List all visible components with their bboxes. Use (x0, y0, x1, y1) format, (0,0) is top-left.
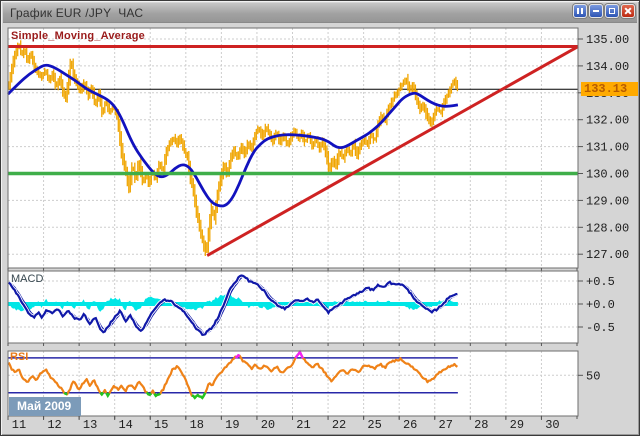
rsi-oversold-segment (106, 393, 109, 396)
chart-canvas: 135.00134.00133.00132.00131.00130.00129.… (1, 1, 640, 436)
current-price-badge: 133.13 (581, 82, 638, 96)
sma-indicator-label: Simple_Moving_Average (11, 30, 145, 42)
macd-panel (8, 271, 578, 346)
date-axis-label: 21 (296, 418, 310, 432)
price-axis-label: 134.00 (586, 60, 629, 74)
date-axis-label: 14 (118, 418, 132, 432)
price-axis-label: 135.00 (586, 33, 629, 47)
date-axis-label: 19 (225, 418, 239, 432)
rsi-indicator-label: RSI (10, 351, 28, 363)
price-axis-label: 131.00 (586, 141, 629, 155)
price-axis-label: 132.00 (586, 114, 629, 128)
chart-window: График EUR /JPY ЧАС 135.00134.00133.0013… (0, 0, 640, 436)
date-axis-label: 20 (261, 418, 275, 432)
period-badge: Май 2009 (9, 397, 81, 416)
date-axis-label: 30 (545, 418, 559, 432)
date-axis-label: 22 (332, 418, 346, 432)
date-axis-label: 27 (439, 418, 453, 432)
rsi-panel (8, 351, 578, 419)
macd-indicator-label: MACD (11, 273, 43, 285)
rsi-overbought-segment (235, 355, 240, 357)
rsi-axis-label: 50 (586, 369, 600, 383)
rsi-oversold-segment (100, 393, 103, 395)
date-axis-label: 25 (367, 418, 381, 432)
date-axis-label: 28 (474, 418, 488, 432)
price-axis-label: 129.00 (586, 194, 629, 208)
price-axis-label: 128.00 (586, 221, 629, 235)
date-axis-label: 26 (403, 418, 417, 432)
date-axis-label: 15 (154, 418, 168, 432)
price-panel (8, 28, 578, 271)
price-axis-label: 127.00 (586, 248, 629, 262)
date-axis-label: 29 (510, 418, 524, 432)
macd-axis-label: +0.5 (586, 275, 615, 289)
date-axis-label: 11 (12, 418, 26, 432)
macd-axis-label: -0.5 (586, 321, 615, 335)
date-axis-label: 12 (47, 418, 61, 432)
date-axis-label: 18 (190, 418, 204, 432)
macd-axis-label: +0.0 (586, 298, 615, 312)
price-axis-label: 130.00 (586, 168, 629, 182)
rsi-oversold-segment (64, 393, 67, 394)
date-axis-label: 13 (83, 418, 97, 432)
